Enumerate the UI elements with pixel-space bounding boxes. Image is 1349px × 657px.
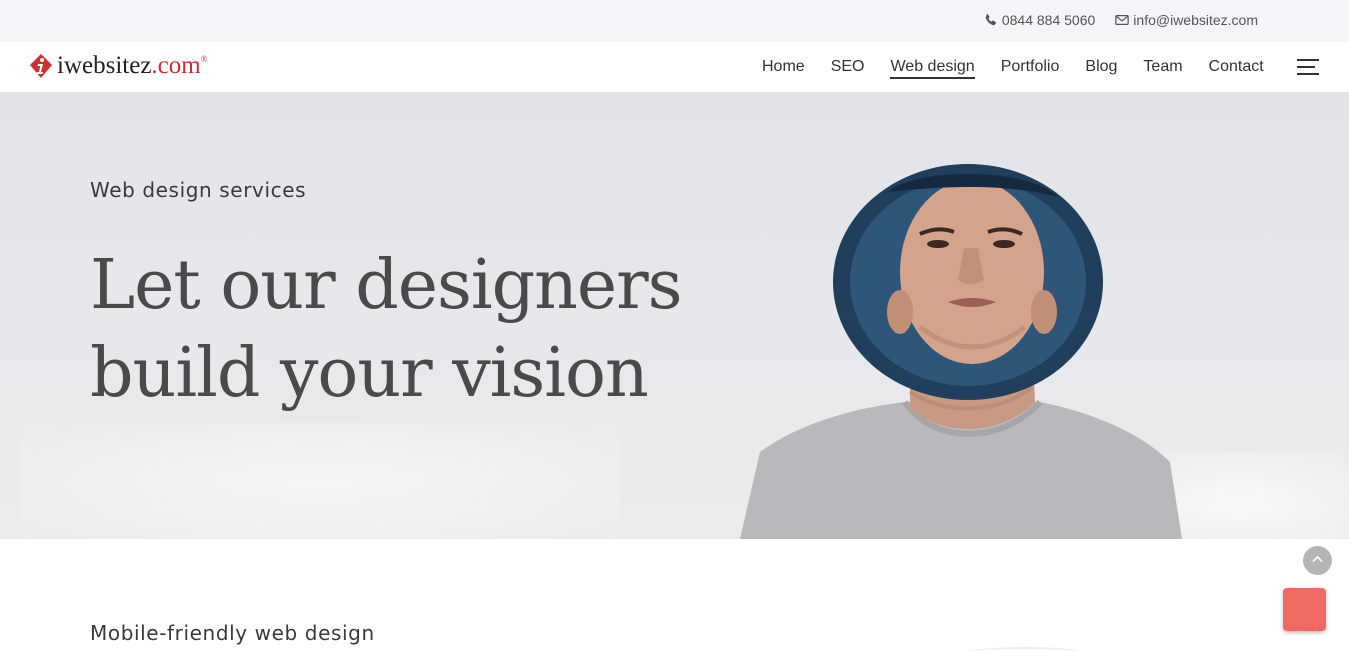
main-navbar: iwebsitez.com® Home SEO Web design Portf…	[0, 42, 1349, 92]
nav-contact[interactable]: Contact	[1209, 58, 1264, 79]
logo-name: iwebsitez	[57, 52, 152, 79]
nav-home[interactable]: Home	[762, 58, 805, 79]
contact-info: 0844 884 5060 info@iwebsitez.com	[984, 12, 1258, 28]
phone-number: 0844 884 5060	[1001, 12, 1096, 28]
section-subtitle: Mobile-friendly web design	[90, 621, 375, 645]
envelope-icon	[1115, 15, 1130, 25]
primary-menu: Home SEO Web design Portfolio Blog Team …	[762, 58, 1290, 79]
hero-section: Web design services Let our designers bu…	[0, 92, 1349, 539]
phone-link[interactable]: 0844 884 5060	[984, 12, 1095, 28]
decorative-arc	[970, 647, 1080, 657]
hamburger-line	[1297, 66, 1315, 68]
nav-portfolio[interactable]: Portfolio	[1001, 58, 1060, 79]
nav-seo[interactable]: SEO	[831, 58, 865, 79]
hamburger-icon[interactable]	[1297, 59, 1319, 75]
site-logo[interactable]: iwebsitez.com®	[29, 52, 208, 80]
hamburger-line	[1297, 59, 1319, 61]
hero-headline-line2: build your vision	[90, 334, 649, 413]
scroll-to-top-button[interactable]	[1303, 546, 1332, 575]
nav-team[interactable]: Team	[1143, 58, 1182, 79]
hamburger-line	[1297, 73, 1319, 75]
hero-headline-line1: Let our designers	[90, 246, 683, 325]
phone-icon	[985, 14, 996, 26]
logo-mark-icon	[30, 54, 52, 78]
mobile-design-section: Mobile-friendly web design	[0, 539, 1349, 654]
email-address: info@iwebsitez.com	[1133, 12, 1258, 28]
registered-mark: ®	[200, 54, 208, 64]
background-cloud	[20, 422, 620, 539]
nav-blog[interactable]: Blog	[1085, 58, 1117, 79]
hero-person-image	[740, 164, 1182, 539]
hero-kicker: Web design services	[90, 178, 307, 202]
chat-widget-button[interactable]	[1283, 588, 1326, 631]
logo-tld: .com	[151, 52, 201, 79]
chevron-up-icon	[1312, 555, 1323, 563]
nav-web-design[interactable]: Web design	[890, 58, 975, 79]
email-link[interactable]: info@iwebsitez.com	[1115, 12, 1258, 28]
hero-headline: Let our designers build your vision	[90, 242, 683, 418]
logo-text: iwebsitez.com®	[57, 52, 208, 80]
top-contact-bar: 0844 884 5060 info@iwebsitez.com	[0, 0, 1349, 42]
